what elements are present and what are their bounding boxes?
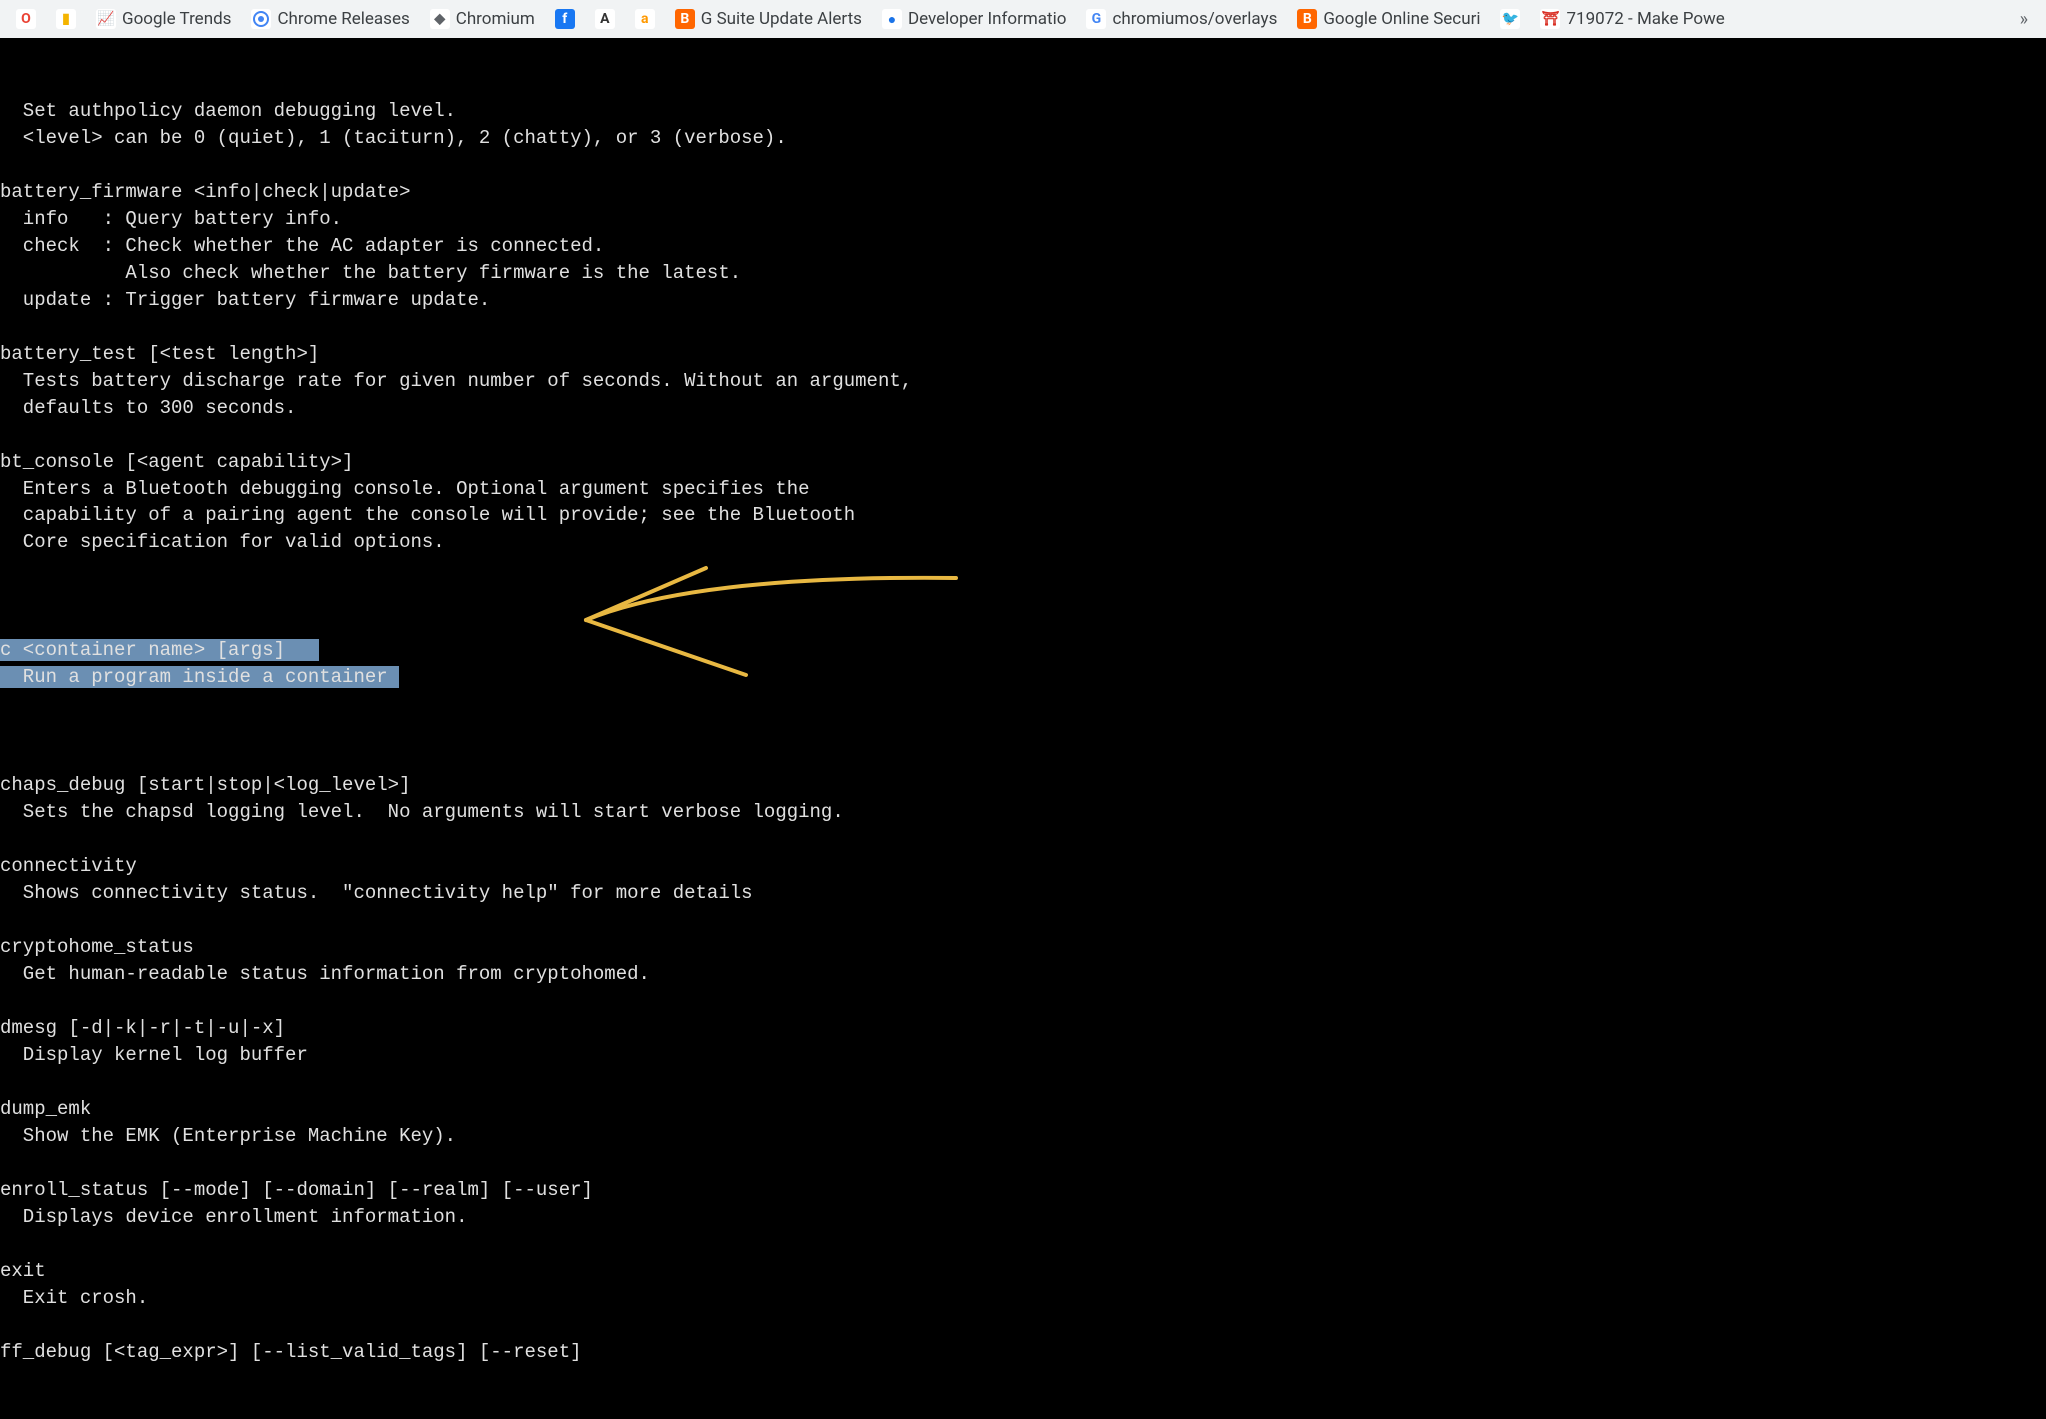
- terminal-line: update : Trigger battery firmware update…: [0, 287, 2046, 314]
- terminal-line: Enters a Bluetooth debugging console. Op…: [0, 476, 2046, 503]
- terminal-line: ff_debug [<tag_expr>] [--list_valid_tags…: [0, 1339, 2046, 1366]
- terminal-line: battery_test [<test length>]: [0, 341, 2046, 368]
- terminal-line: [0, 1312, 2046, 1339]
- bookmark-label: chromiumos/overlays: [1112, 9, 1277, 29]
- bookmark-11[interactable]: B Google Online Securi: [1289, 5, 1488, 33]
- terminal-line: [0, 1231, 2046, 1258]
- bookmark-0[interactable]: O: [8, 5, 44, 33]
- bookmark-8[interactable]: B G Suite Update Alerts: [667, 5, 870, 33]
- bookmark-7[interactable]: a: [627, 5, 663, 33]
- bookmark-favicon: O: [16, 9, 36, 29]
- bookmark-2[interactable]: 📈 Google Trends: [88, 5, 239, 33]
- terminal-line: enroll_status [--mode] [--domain] [--rea…: [0, 1177, 2046, 1204]
- bookmark-favicon: ◆: [430, 9, 450, 29]
- terminal-line: [0, 907, 2046, 934]
- terminal-line: Tests battery discharge rate for given n…: [0, 368, 2046, 395]
- terminal-line: [0, 152, 2046, 179]
- terminal-line: [0, 314, 2046, 341]
- terminal-line: defaults to 300 seconds.: [0, 395, 2046, 422]
- bookmark-label: G Suite Update Alerts: [701, 9, 862, 29]
- bookmarks-bar: O ▮ 📈 Google Trends Chrome Releases ◆ Chromium…: [0, 0, 2046, 38]
- terminal-line: Shows connectivity status. "connectivity…: [0, 880, 2046, 907]
- bookmark-3[interactable]: Chrome Releases: [243, 5, 417, 33]
- terminal-line: Run a program inside a container: [0, 664, 2046, 691]
- bookmark-1[interactable]: ▮: [48, 5, 84, 33]
- bookmarks-overflow-button[interactable]: »: [2010, 5, 2038, 34]
- bookmark-favicon: ▮: [56, 9, 76, 29]
- terminal-line: connectivity: [0, 853, 2046, 880]
- terminal-line: [0, 556, 2046, 583]
- terminal-output[interactable]: Set authpolicy daemon debugging level. <…: [0, 38, 2046, 1419]
- terminal-line: Displays device enrollment information.: [0, 1204, 2046, 1231]
- terminal-line: Core specification for valid options.: [0, 529, 2046, 556]
- terminal-line: Also check whether the battery firmware …: [0, 260, 2046, 287]
- terminal-line: <level> can be 0 (quiet), 1 (taciturn), …: [0, 125, 2046, 152]
- bookmark-favicon: A: [595, 9, 615, 29]
- terminal-line: Set authpolicy daemon debugging level.: [0, 98, 2046, 125]
- bookmark-label: Chrome Releases: [277, 9, 409, 29]
- bookmark-label: 719072 - Make Powe: [1566, 9, 1724, 29]
- bookmark-6[interactable]: A: [587, 5, 623, 33]
- terminal-line: [0, 422, 2046, 449]
- bookmark-favicon: ●: [882, 9, 902, 29]
- bookmark-4[interactable]: ◆ Chromium: [422, 5, 543, 33]
- bookmark-favicon: ⛩: [1540, 9, 1560, 29]
- bookmark-13[interactable]: ⛩ 719072 - Make Powe: [1532, 5, 1732, 33]
- terminal-line: [0, 988, 2046, 1015]
- bookmark-favicon: B: [1297, 9, 1317, 29]
- bookmark-10[interactable]: Gchromiumos/overlays: [1078, 5, 1285, 33]
- terminal-line: check : Check whether the AC adapter is …: [0, 233, 2046, 260]
- terminal-line: [0, 745, 2046, 772]
- terminal-line: battery_firmware <info|check|update>: [0, 179, 2046, 206]
- terminal-line: [0, 1150, 2046, 1177]
- bookmark-12[interactable]: 🐦: [1492, 5, 1528, 33]
- terminal-line: capability of a pairing agent the consol…: [0, 502, 2046, 529]
- terminal-line: Exit crosh.: [0, 1285, 2046, 1312]
- terminal-line: dump_emk: [0, 1096, 2046, 1123]
- terminal-line: c <container name> [args]: [0, 637, 2046, 664]
- bookmark-favicon: B: [675, 9, 695, 29]
- bookmark-label: Google Online Securi: [1323, 9, 1480, 29]
- terminal-line: Show the EMK (Enterprise Machine Key).: [0, 1123, 2046, 1150]
- bookmark-favicon: [251, 9, 271, 29]
- terminal-line: dmesg [-d|-k|-r|-t|-u|-x]: [0, 1015, 2046, 1042]
- bookmark-9[interactable]: ● Developer Informatio: [874, 5, 1075, 33]
- terminal-line: Display kernel log buffer: [0, 1042, 2046, 1069]
- terminal-line: Sets the chapsd logging level. No argume…: [0, 799, 2046, 826]
- terminal-line: chaps_debug [start|stop|<log_level>]: [0, 772, 2046, 799]
- terminal-line: [0, 826, 2046, 853]
- terminal-line: Get human-readable status information fr…: [0, 961, 2046, 988]
- bookmark-label: Developer Informatio: [908, 9, 1067, 29]
- bookmark-favicon: 🐦: [1500, 9, 1520, 29]
- bookmark-label: Chromium: [456, 9, 535, 29]
- terminal-line: cryptohome_status: [0, 934, 2046, 961]
- terminal-line: info : Query battery info.: [0, 206, 2046, 233]
- bookmark-label: Google Trends: [122, 9, 231, 29]
- terminal-line: [0, 1069, 2046, 1096]
- bookmark-5[interactable]: f: [547, 5, 583, 33]
- bookmark-favicon: f: [555, 9, 575, 29]
- bookmark-favicon: 📈: [96, 9, 116, 29]
- bookmark-favicon: a: [635, 9, 655, 29]
- bookmark-favicon: G: [1086, 9, 1106, 29]
- terminal-line: bt_console [<agent capability>]: [0, 449, 2046, 476]
- terminal-line: exit: [0, 1258, 2046, 1285]
